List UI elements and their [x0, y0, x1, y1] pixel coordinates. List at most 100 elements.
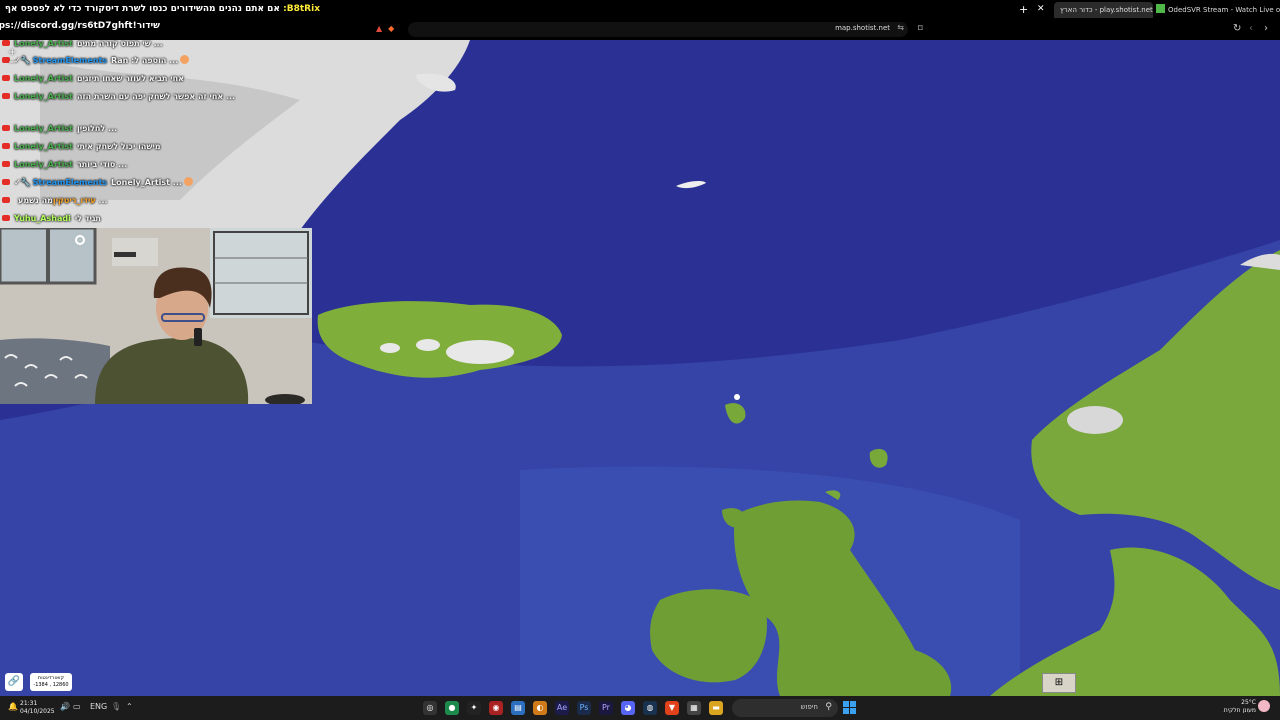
chat-message: Lonely_Artist אחי זה אפשר לשחק יפה עם השר… — [2, 89, 235, 105]
coordinates-display: קואורדינטות -1384 , 12860 — [30, 673, 72, 691]
tab-map[interactable]: כדור הארץ - play.shotist.net — [1054, 2, 1153, 18]
brave-lion-icon[interactable]: ◆ — [388, 24, 394, 33]
chat-text: אחי תביא לעוזר שאחו תיזגים — [76, 74, 184, 83]
brave-icon[interactable]: ▼ — [665, 701, 679, 715]
weather-icon — [1258, 700, 1270, 712]
app-icon[interactable]: ◉ — [489, 701, 503, 715]
chat-text: שי תפוס קורה מתים ... — [76, 39, 163, 48]
taskbar: 🔔 21:31 04/10/2025 🔊 ▭ ENG 🎙 ⌃ ◎ ● ✦ ◉ ▤… — [0, 696, 1280, 720]
network-icon[interactable]: ▭ — [73, 702, 81, 711]
chat-text: תגיד לי — [74, 214, 101, 223]
chat-user: StreamElements — [32, 178, 108, 187]
chat-user: Lonely_Artist — [14, 74, 73, 83]
chat-user: Yuhu_Ashadi — [14, 214, 71, 223]
chat-message: עידו_ריטקיןמה נשמע ... — [2, 193, 108, 209]
chat-user: Lonely_Artist — [14, 142, 73, 151]
address-text: map.shotist.net — [835, 24, 890, 32]
notification-icon[interactable]: 🔔 — [8, 702, 18, 711]
youtube-icon — [2, 93, 10, 99]
zoom-out-icon[interactable]: − — [8, 58, 16, 68]
layers-button[interactable]: ⊞ — [1042, 673, 1076, 693]
steam-icon[interactable]: ◍ — [643, 701, 657, 715]
site-settings-icon[interactable]: ⇆ — [897, 23, 904, 32]
windows-start-icon[interactable] — [843, 701, 856, 714]
discord-icon[interactable]: ◕ — [621, 701, 635, 715]
coords-value: -1384 , 12860 — [33, 682, 69, 688]
tab-stream[interactable]: OdedSVR Stream - Watch Live on Ki — [1150, 2, 1280, 18]
chat-message: Lonely_Artist סודי ביותר ... — [2, 157, 127, 173]
warning-icon[interactable]: ▲ — [376, 24, 382, 33]
chat-message: Lonely_Artist שי תפוס קורה מתים ... — [2, 36, 163, 52]
moderator-icon: ✓🔧 — [14, 56, 31, 65]
youtube-icon — [2, 161, 10, 167]
youtube-icon — [2, 143, 10, 149]
chat-text: לחלופין ... — [76, 124, 118, 133]
file-explorer-icon[interactable]: ▬ — [709, 701, 723, 715]
youtube-icon — [2, 179, 10, 185]
weather-widget[interactable]: 25°C מעונן חלקית — [1222, 699, 1256, 715]
coords-label: קואורדינטות — [37, 675, 65, 681]
chat-text: Ran :הוספה ל ... — [111, 56, 179, 65]
kick-icon — [1156, 4, 1165, 13]
premiere-icon[interactable]: Pr — [599, 701, 613, 715]
youtube-icon — [2, 215, 10, 221]
emoji-icon — [180, 55, 190, 64]
app-icon[interactable]: ▤ — [511, 701, 525, 715]
layers-icon: ⊞ — [1054, 677, 1064, 688]
chat-user: StreamElements — [32, 56, 108, 65]
moderator-icon: ✓🔧 — [14, 178, 31, 187]
app-icon[interactable]: ◐ — [533, 701, 547, 715]
youtube-icon — [2, 75, 10, 81]
weather-temp: 25°C — [1241, 699, 1256, 706]
chat-text: Lonely_Artist ... — [111, 178, 182, 187]
stream-banner: B8tRix: אם אתם נהנים מהשידורים כנסו לשרת… — [0, 4, 320, 14]
app-icon[interactable]: ◎ — [423, 701, 437, 715]
close-tab-icon[interactable]: ✕ — [1037, 4, 1045, 14]
chat-user: Lonely_Artist — [14, 92, 73, 101]
bookmark-icon[interactable]: ⌑ — [918, 24, 923, 34]
weather-desc: מעונן חלקית — [1223, 707, 1256, 714]
chat-message: ✓🔧 StreamElements Lonely_Artist ... — [2, 175, 193, 191]
chat-message: Yuhu_Ashadi תגיד לי — [2, 211, 101, 227]
chat-text: מישהו יכול לשחק איתי — [76, 142, 161, 151]
app-icon[interactable]: ✦ — [467, 701, 481, 715]
youtube-icon — [2, 197, 10, 203]
chat-user: Lonely_Artist — [14, 124, 73, 133]
photoshop-icon[interactable]: Ps — [577, 701, 591, 715]
back-icon[interactable]: › — [1264, 23, 1268, 34]
language-indicator[interactable]: ENG — [90, 702, 107, 711]
stream-chat: Lonely_Artist שי תפוס קורה מתים ... ✓🔧 Str… — [0, 39, 312, 228]
chat-message: Lonely_Artist מישהו יכול לשחק איתי — [2, 139, 161, 155]
tab-label: OdedSVR Stream - Watch Live on Ki — [1168, 6, 1280, 14]
banner-text: אם אתם נהנים מהשידורים כנסו לשרת דיסקורד… — [4, 4, 280, 14]
youtube-icon — [2, 40, 10, 46]
chat-user: Lonely_Artist — [14, 39, 73, 48]
brave-shields[interactable]: ▲ ◆ — [376, 24, 394, 33]
search-placeholder: חיפוש — [800, 703, 818, 711]
link-icon: 🔗 — [7, 676, 21, 687]
clock[interactable]: 21:31 04/10/2025 — [20, 700, 55, 716]
webcam-feed — [0, 228, 312, 404]
clock-date: 04/10/2025 — [20, 708, 55, 715]
chat-message: Lonely_Artist אחי תביא לעוזר שאחו תיזגים — [2, 71, 184, 87]
chat-user: Lonely_Artist — [14, 160, 73, 169]
link-button[interactable]: 🔗 — [5, 673, 23, 691]
chat-user: עידו_ריטקין — [52, 196, 96, 205]
new-tab-icon[interactable]: + — [1019, 3, 1028, 16]
forward-icon[interactable]: ‹ — [1249, 23, 1253, 34]
reload-icon[interactable]: ↻ — [1233, 23, 1241, 34]
tray-expand-icon[interactable]: ⌃ — [126, 702, 133, 711]
after-effects-icon[interactable]: Ae — [555, 701, 569, 715]
app-icon[interactable]: ▦ — [687, 701, 701, 715]
discord-link: שידור!https://discord.gg/rs6tD7ghft — [0, 21, 160, 31]
mic-icon[interactable]: 🎙 — [111, 702, 121, 711]
taskbar-search[interactable]: חיפוש ⚲ — [732, 699, 838, 717]
chat-text: סודי ביותר ... — [76, 160, 128, 169]
address-bar[interactable]: map.shotist.net ⇆ — [408, 22, 908, 37]
search-icon: ⚲ — [825, 702, 832, 712]
tab-label: כדור הארץ - play.shotist.net — [1060, 6, 1153, 14]
banner-user: B8tRix: — [283, 4, 320, 14]
app-icon[interactable]: ● — [445, 701, 459, 715]
clock-time: 21:31 — [20, 700, 38, 707]
volume-icon[interactable]: 🔊 — [60, 702, 70, 711]
